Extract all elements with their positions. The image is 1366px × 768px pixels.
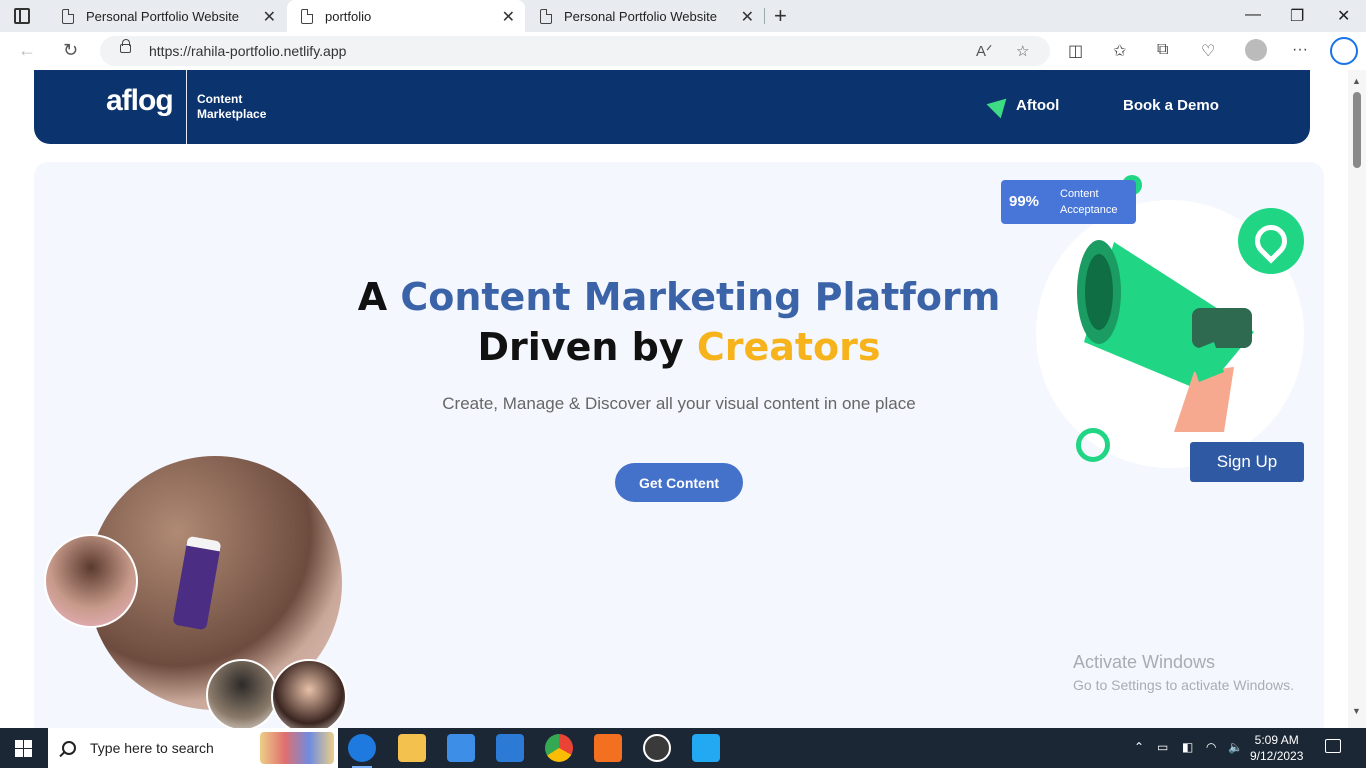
- activate-windows-watermark: Activate Windows Go to Settings to activ…: [1073, 652, 1294, 693]
- tab-bar: Personal Portfolio Website ✕ portfolio ✕…: [0, 0, 1366, 32]
- megaphone-icon: [1077, 240, 1254, 432]
- new-tab-icon[interactable]: +: [774, 3, 787, 29]
- more-options-icon[interactable]: ···: [1292, 41, 1308, 59]
- scroll-down-icon[interactable]: ▼: [1352, 706, 1361, 716]
- creator-photo-small: [44, 534, 138, 628]
- favorite-star-icon[interactable]: ☆: [1016, 42, 1029, 60]
- tab-1[interactable]: Personal Portfolio Website ✕: [48, 0, 286, 32]
- web-page: aflog Content Marketplace Aftool Book a …: [0, 70, 1348, 728]
- taskbar-search[interactable]: Type here to search: [48, 728, 338, 768]
- close-icon[interactable]: ✕: [741, 7, 754, 27]
- get-content-button[interactable]: Get Content: [615, 463, 743, 502]
- page-icon: [301, 8, 313, 24]
- nav-aftool-link[interactable]: Aftool: [986, 91, 1060, 119]
- start-icon[interactable]: [15, 740, 32, 757]
- xampp-icon[interactable]: [594, 734, 622, 762]
- notifications-icon[interactable]: [1325, 739, 1341, 753]
- page-scrollbar[interactable]: ▲ ▼: [1348, 70, 1366, 728]
- activate-title: Activate Windows: [1073, 652, 1216, 672]
- headline-highlight-gold: Creators: [696, 325, 881, 369]
- nav-aftool-label: Aftool: [1016, 96, 1060, 114]
- taskbar-clock[interactable]: 5:09 AM 9/12/2023: [1250, 732, 1303, 764]
- page-icon: [62, 8, 74, 24]
- battery-icon[interactable]: ▭: [1157, 740, 1168, 754]
- acceptance-label: Content Acceptance: [1060, 186, 1117, 218]
- tab-label: portfolio: [325, 8, 372, 24]
- lock-icon[interactable]: [120, 39, 131, 53]
- headline-prefix: A: [357, 275, 401, 319]
- site-header: aflog Content Marketplace Aftool Book a …: [34, 70, 1310, 144]
- search-icon: [62, 741, 76, 755]
- close-window-icon[interactable]: ✕: [1337, 6, 1350, 26]
- vscode-icon[interactable]: [692, 734, 720, 762]
- scroll-up-icon[interactable]: ▲: [1352, 76, 1361, 86]
- tab-divider: [764, 8, 765, 24]
- activate-hint: Go to Settings to activate Windows.: [1073, 677, 1294, 693]
- paper-plane-icon: [986, 91, 1014, 119]
- tab-2[interactable]: portfolio ✕: [287, 0, 525, 32]
- browser-essentials-icon[interactable]: ♡: [1201, 41, 1215, 61]
- refresh-icon[interactable]: ↻: [63, 40, 78, 61]
- page-icon: [540, 8, 552, 24]
- scroll-thumb[interactable]: [1353, 92, 1361, 168]
- creator-photo-woman: [271, 659, 347, 728]
- url-field[interactable]: https://rahila-portfolio.netlify.app Aᐟ …: [100, 36, 1050, 66]
- creator-photo-man: [206, 659, 278, 728]
- decorative-ring: [1076, 428, 1110, 462]
- file-explorer-icon[interactable]: [398, 734, 426, 762]
- close-icon[interactable]: ✕: [263, 7, 276, 27]
- clock-time: 5:09 AM: [1254, 733, 1299, 747]
- acceptance-label-line2: Acceptance: [1060, 204, 1118, 216]
- store-icon[interactable]: [447, 734, 475, 762]
- restore-icon[interactable]: ❐: [1290, 6, 1304, 26]
- headline-highlight-blue: Content Marketing Platform: [400, 275, 1001, 319]
- sign-up-button[interactable]: Sign Up: [1190, 442, 1304, 482]
- logo-tagline: Content Marketplace: [197, 92, 266, 122]
- acceptance-badge: 99% Content Acceptance: [1001, 180, 1136, 224]
- logo-tagline-line1: Content: [197, 92, 243, 106]
- tab-label: Personal Portfolio Website: [86, 8, 239, 24]
- address-bar: ← ↻ https://rahila-portfolio.netlify.app…: [0, 32, 1366, 70]
- split-screen-icon[interactable]: ◫: [1068, 41, 1083, 61]
- wifi-icon[interactable]: ◠: [1206, 740, 1216, 754]
- tab-actions-icon[interactable]: [14, 8, 30, 24]
- collections-icon[interactable]: ⧉: [1157, 41, 1168, 59]
- acceptance-percent: 99%: [1009, 193, 1040, 210]
- minimize-icon[interactable]: —: [1245, 6, 1261, 24]
- logo-tagline-line2: Marketplace: [197, 107, 267, 121]
- site-logo[interactable]: aflog: [106, 84, 174, 118]
- device-icon[interactable]: ◧: [1182, 740, 1193, 754]
- bing-copilot-icon[interactable]: [1330, 37, 1358, 65]
- hero-section: A Content Marketing Platform Driven by C…: [34, 162, 1324, 728]
- clock-date: 9/12/2023: [1250, 749, 1304, 763]
- volume-icon[interactable]: 🔈: [1228, 740, 1243, 754]
- tab-3[interactable]: Personal Portfolio Website ✕: [526, 0, 764, 32]
- profile-avatar[interactable]: [1245, 39, 1267, 61]
- logo-divider: [186, 70, 187, 144]
- tray-chevron-icon[interactable]: ⌃: [1134, 740, 1144, 754]
- url-text: https://rahila-portfolio.netlify.app: [149, 43, 347, 59]
- media-player-icon[interactable]: [643, 734, 671, 762]
- back-icon[interactable]: ←: [18, 40, 36, 61]
- headline-driven: Driven by: [477, 325, 697, 369]
- nav-book-demo-link[interactable]: Book a Demo: [1123, 97, 1219, 114]
- chrome-icon[interactable]: [545, 734, 573, 762]
- favorites-icon[interactable]: ✩: [1113, 41, 1126, 61]
- search-highlight-art: [260, 732, 334, 764]
- mail-icon[interactable]: [496, 734, 524, 762]
- tab-label: Personal Portfolio Website: [564, 8, 717, 24]
- windows-taskbar: Type here to search ⌃ ▭ ◧ ◠ 🔈 5:09 AM 9/…: [0, 728, 1366, 768]
- location-pin-icon: [1238, 208, 1304, 274]
- close-icon[interactable]: ✕: [502, 7, 515, 27]
- edge-taskbar-icon[interactable]: [348, 734, 376, 768]
- acceptance-label-line1: Content: [1060, 188, 1099, 200]
- search-placeholder: Type here to search: [90, 740, 214, 756]
- read-aloud-icon[interactable]: Aᐟ: [976, 42, 992, 60]
